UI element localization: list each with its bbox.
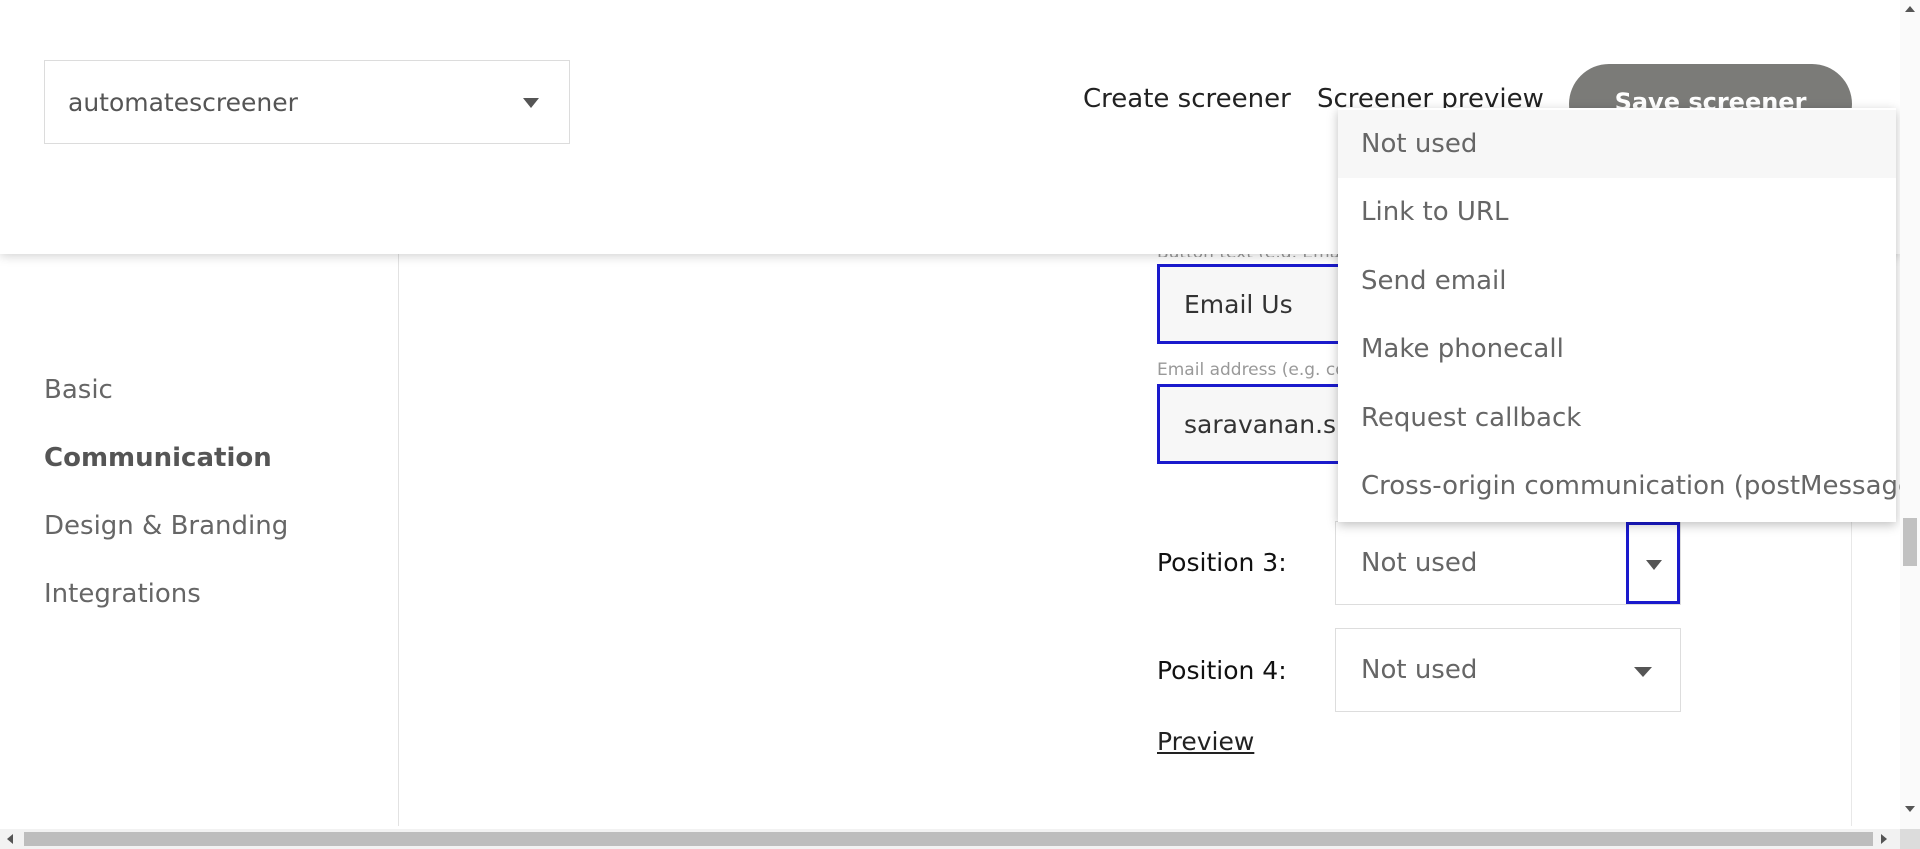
option-send-email[interactable]: Send email	[1338, 247, 1896, 315]
position-3-value: Not used	[1361, 548, 1478, 578]
position-3-dropdown-toggle[interactable]	[1626, 522, 1680, 604]
position-3-options-menu: Not used Link to URL Send email Make pho…	[1338, 108, 1920, 522]
position-4-select[interactable]: Not used	[1335, 628, 1681, 712]
horizontal-scrollbar[interactable]	[0, 829, 1900, 849]
screener-select[interactable]: automatescreener	[44, 60, 570, 144]
scroll-right-arrow-icon[interactable]	[1881, 834, 1887, 844]
position-3-label: Position 3:	[1157, 548, 1287, 577]
position-4-value: Not used	[1361, 655, 1478, 685]
email-address-input[interactable]: saravanan.sh	[1157, 384, 1344, 464]
chevron-down-icon	[523, 98, 539, 108]
scroll-left-arrow-icon[interactable]	[7, 834, 13, 844]
chevron-down-icon	[1646, 560, 1662, 570]
option-link-to-url[interactable]: Link to URL	[1338, 178, 1896, 246]
email-address-label: Email address (e.g. co	[1157, 360, 1346, 380]
preview-link[interactable]: Preview	[1157, 727, 1254, 756]
sidebar-item-design-branding[interactable]: Design & Branding	[44, 511, 288, 541]
horizontal-scroll-thumb[interactable]	[24, 832, 1873, 846]
scroll-down-arrow-icon[interactable]	[1905, 806, 1915, 812]
create-screener-link[interactable]: Create screener	[1083, 84, 1291, 114]
scroll-up-arrow-icon[interactable]	[1905, 6, 1915, 12]
vertical-scroll-thumb[interactable]	[1903, 518, 1917, 566]
chevron-down-icon	[1634, 667, 1652, 677]
settings-sidebar: Basic Communication Design & Branding In…	[0, 254, 399, 826]
sidebar-item-integrations[interactable]: Integrations	[44, 579, 201, 609]
option-make-phonecall[interactable]: Make phonecall	[1338, 315, 1896, 383]
button-text-input[interactable]: Email Us	[1157, 264, 1344, 344]
sidebar-item-basic[interactable]: Basic	[44, 375, 113, 405]
option-request-callback[interactable]: Request callback	[1338, 384, 1896, 452]
vertical-scrollbar[interactable]	[1900, 0, 1920, 830]
sidebar-item-communication[interactable]: Communication	[44, 443, 272, 473]
position-4-label: Position 4:	[1157, 656, 1287, 685]
option-not-used[interactable]: Not used	[1338, 110, 1896, 178]
option-cross-origin-communication[interactable]: Cross-origin communication (postMessage)	[1338, 452, 1920, 520]
scrollbar-corner	[1900, 829, 1920, 849]
screener-select-value: automatescreener	[68, 87, 298, 117]
